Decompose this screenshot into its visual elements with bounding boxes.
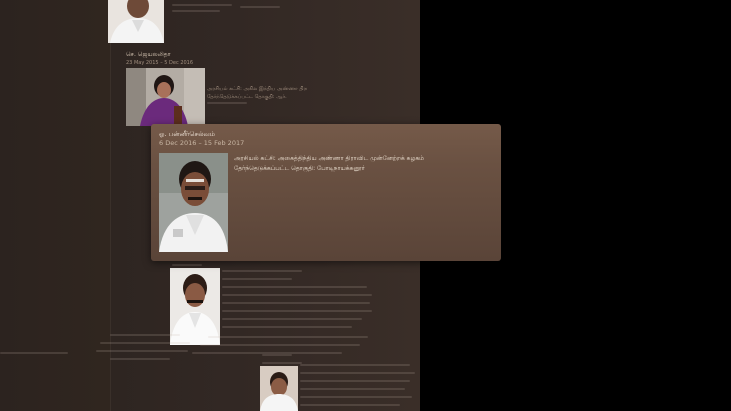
card-portrait-photo[interactable] — [159, 153, 228, 252]
highlighted-entry-card[interactable]: ஓ. பன்னீர்செல்வம் 6 Dec 2016 – 15 Feb 20… — [151, 124, 501, 261]
portrait-photo-top[interactable] — [108, 0, 164, 43]
portrait-photo-jayalalithaa[interactable] — [126, 68, 205, 126]
timeline-side-wall — [0, 0, 111, 411]
card-description-constituency: தேர்ந்தெடுக்கப்பட்ட தொகுதி: போடிநாயக்கனூ… — [234, 165, 365, 172]
card-dates: 6 Dec 2016 – 15 Feb 2017 — [159, 139, 245, 147]
entry-dates-jayalalithaa: 23 May 2015 – 5 Dec 2016 — [126, 60, 194, 66]
timeline-viewer: செ. ஜெயலலிதா 23 May 2015 – 5 Dec 2016 அர… — [0, 0, 731, 411]
entry-desc-jayalalithaa-line2: தேர்ந்தெடுக்கப்பட்ட தொகுதி: ஆர்.கே. நகர் — [207, 94, 287, 100]
card-description-party: அரசியல் கட்சி: அகைத்திந்திய அண்ணா திராவி… — [234, 155, 425, 162]
entry-desc-jayalalithaa-line1: அரசியல் கட்சி: அகில இந்திய அண்ணா திராவிட… — [207, 86, 307, 92]
card-description: அரசியல் கட்சி: அகைத்திந்திய அண்ணா திராவி… — [234, 154, 444, 174]
entry-name-jayalalithaa[interactable]: செ. ஜெயலலிதா — [126, 51, 171, 59]
card-name: ஓ. பன்னீர்செல்வம் — [159, 130, 215, 138]
portrait-photo-stalin[interactable] — [260, 366, 298, 411]
